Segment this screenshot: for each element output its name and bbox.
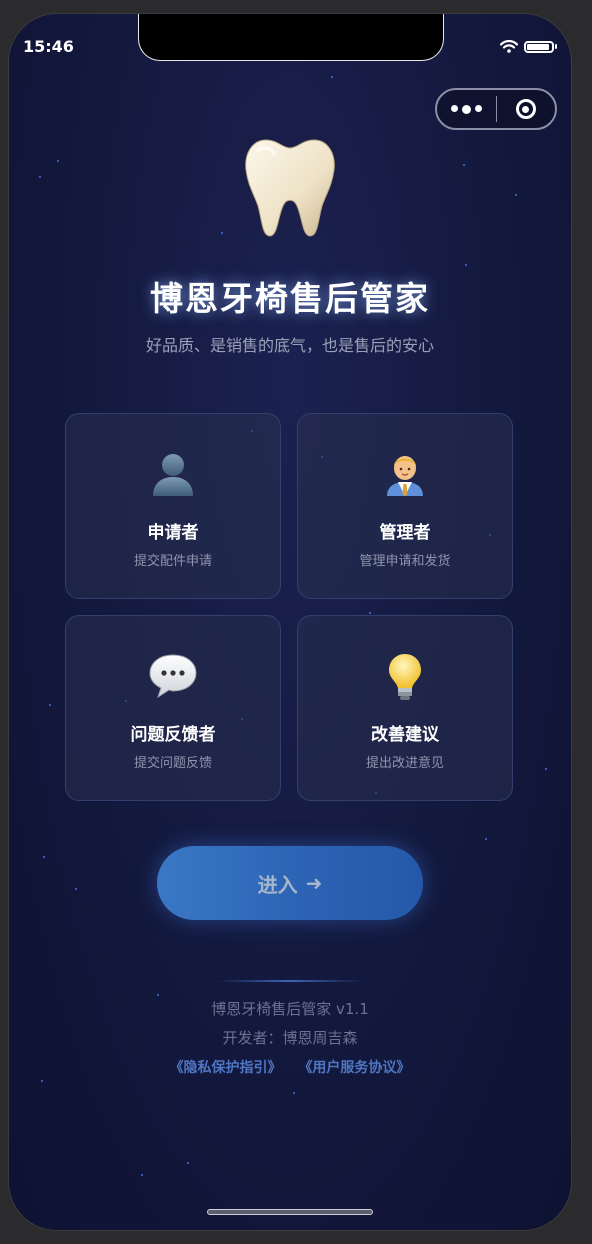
role-name: 申请者	[147, 523, 199, 543]
star-decoration	[465, 264, 467, 266]
star-decoration	[141, 1174, 143, 1176]
developer-text: 开发者：博恩周吉森	[222, 1029, 358, 1047]
phone-screen: 15:46 博恩牙椅售后管家 好品质、是销售的底气，也是售后的安心 申请者 提交…	[9, 14, 571, 1230]
role-name: 管理者	[379, 523, 431, 543]
star-decoration	[43, 856, 45, 858]
tooth-logo-icon	[245, 139, 335, 237]
home-indicator	[207, 1209, 373, 1215]
star-decoration	[545, 768, 547, 770]
star-decoration	[369, 612, 371, 614]
star-decoration	[293, 1092, 295, 1094]
role-description: 管理申请和发货	[359, 554, 451, 569]
privacy-link[interactable]: 《隐私保护指引》	[170, 1060, 282, 1076]
star-decoration	[463, 164, 465, 166]
role-card-manager[interactable]: 管理者 管理申请和发货	[297, 413, 513, 599]
star-decoration	[41, 1080, 43, 1082]
more-menu-icon[interactable]	[437, 104, 496, 114]
wifi-icon	[500, 40, 518, 53]
star-decoration	[331, 76, 333, 78]
enter-button[interactable]: 进入 ➜	[157, 846, 423, 920]
star-decoration	[57, 160, 59, 162]
role-description: 提交配件申请	[133, 554, 212, 569]
role-card-applicant[interactable]: 申请者 提交配件申请	[65, 413, 281, 599]
app-subtitle: 好品质、是销售的底气，也是售后的安心	[145, 336, 434, 355]
manager-icon	[387, 456, 423, 496]
star-decoration	[221, 232, 223, 234]
role-card-feedback[interactable]: 问题反馈者 提交问题反馈	[65, 615, 281, 801]
battery-icon	[524, 40, 554, 53]
close-miniprogram-icon[interactable]	[496, 99, 555, 119]
version-text: 博恩牙椅售后管家 v1.1	[211, 1000, 369, 1018]
star-decoration	[49, 704, 51, 706]
status-icons	[500, 40, 557, 53]
speech-bubble-icon	[149, 654, 197, 699]
star-decoration	[187, 1162, 189, 1164]
person-silhouette-icon	[153, 454, 193, 496]
enter-button-label: 进入	[257, 872, 298, 897]
role-description: 提交问题反馈	[133, 756, 212, 771]
arrow-right-icon: ➜	[305, 871, 323, 895]
terms-link[interactable]: 《用户服务协议》	[298, 1060, 410, 1076]
role-name: 改善建议	[371, 725, 439, 745]
star-decoration	[39, 176, 41, 178]
star-decoration	[485, 838, 487, 840]
footer-divider	[217, 980, 363, 982]
battery-cap	[555, 44, 557, 49]
footer-links: 《隐私保护指引》 《用户服务协议》	[9, 1057, 571, 1077]
status-time: 15:46	[23, 37, 74, 56]
lightbulb-icon	[389, 654, 421, 700]
camera-notch	[138, 14, 444, 61]
star-decoration	[157, 994, 159, 996]
star-decoration	[515, 194, 517, 196]
role-card-suggestion[interactable]: 改善建议 提出改进意见	[297, 615, 513, 801]
star-decoration	[75, 888, 77, 890]
miniprogram-capsule	[435, 88, 557, 130]
role-name: 问题反馈者	[130, 725, 216, 745]
app-title: 博恩牙椅售后管家	[150, 279, 430, 318]
role-description: 提出改进意见	[365, 756, 444, 771]
